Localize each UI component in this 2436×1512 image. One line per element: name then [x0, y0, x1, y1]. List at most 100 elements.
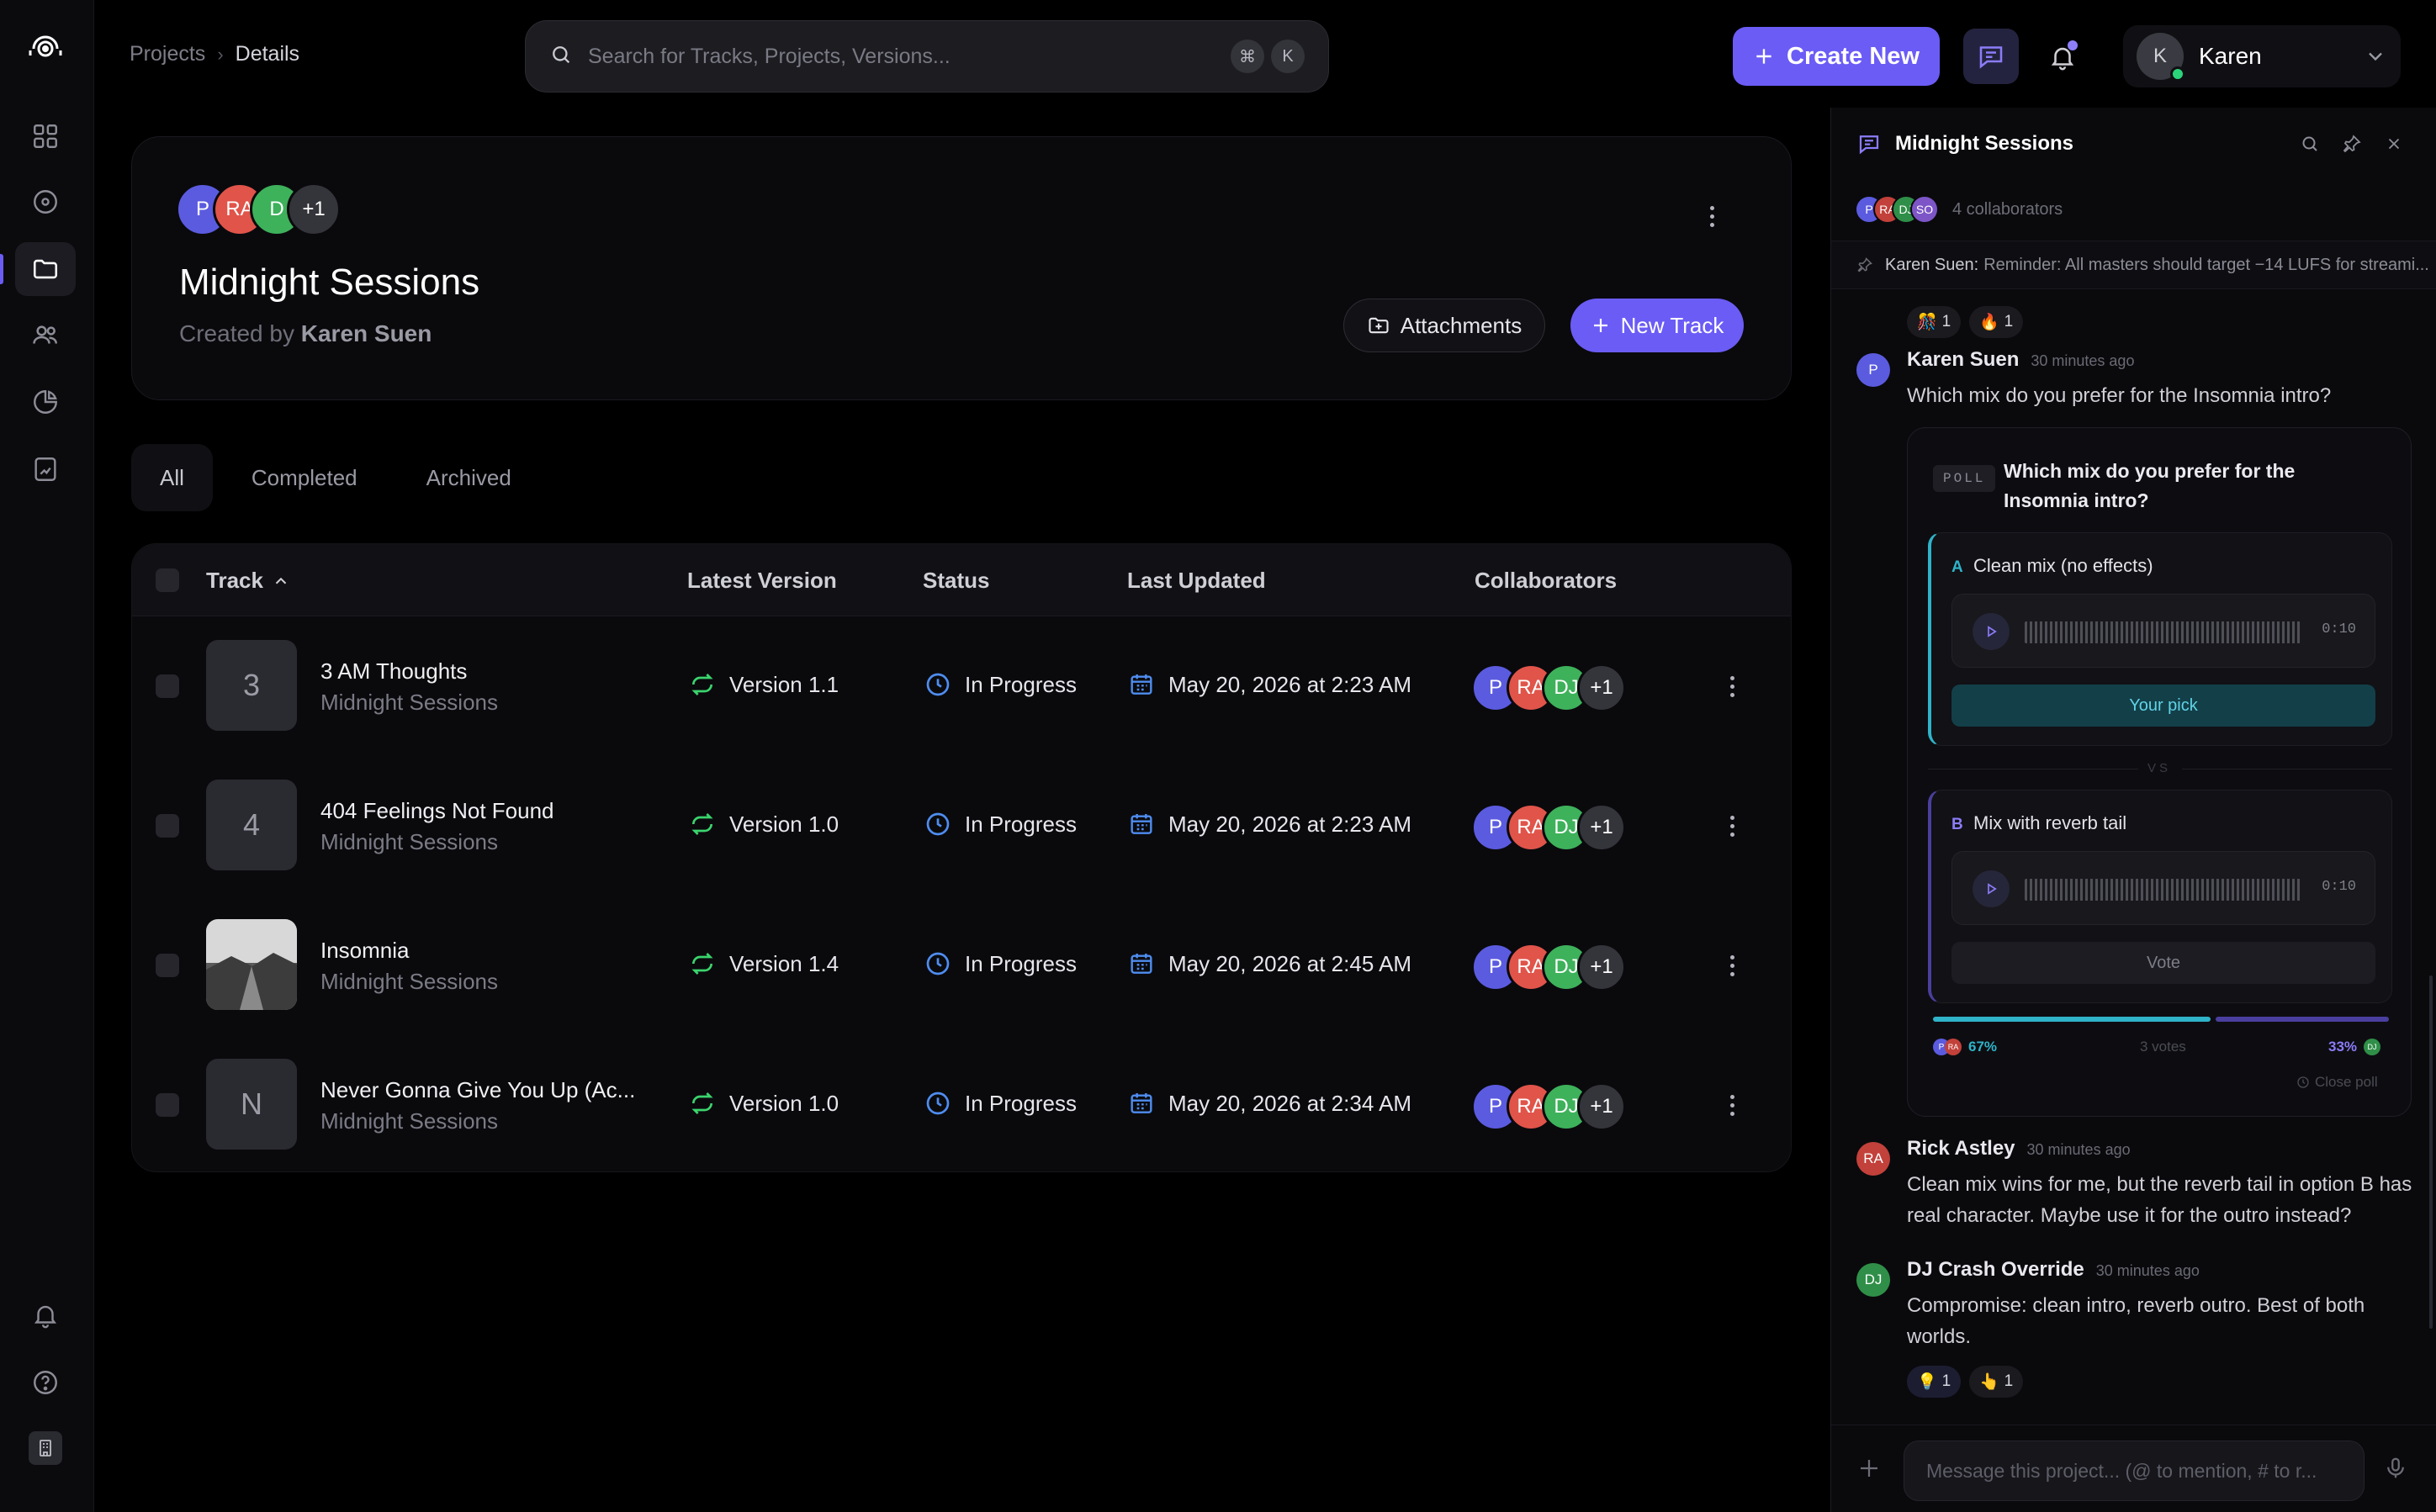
row-collaborator-avatars[interactable]: P RA DJ +1 [1471, 803, 1626, 852]
play-icon[interactable] [1973, 613, 2010, 650]
team-icon[interactable] [15, 308, 76, 362]
table-row[interactable]: 3 3 AM Thoughts Midnight Sessions Version 1… [132, 616, 1791, 756]
reports-icon[interactable] [15, 442, 76, 496]
updated-label: May 20, 2026 at 2:23 AM [1168, 811, 1412, 837]
message-author-name: DJ Crash Override [1907, 1258, 2084, 1281]
project-created-by: Created by Karen Suen [179, 320, 432, 347]
chat-collaborator-avatars: P RA DJ SO [1855, 195, 1939, 224]
pinned-text: Reminder: All masters should target −14 … [1983, 255, 2429, 274]
voter-avatar: DJ [2364, 1039, 2381, 1055]
row-collaborator-avatars[interactable]: P RA DJ +1 [1471, 663, 1626, 712]
vote-button[interactable]: Vote [1951, 942, 2375, 984]
help-icon[interactable] [15, 1356, 76, 1409]
audio-duration: 0:10 [2322, 879, 2356, 895]
row-more-menu-icon[interactable] [1715, 1088, 1749, 1122]
avatar: +1 [1577, 803, 1626, 852]
table-row[interactable]: 4 404 Feelings Not Found Midnight Sessions… [132, 756, 1791, 896]
latest-version[interactable]: Version 1.1 [689, 671, 839, 698]
app-logo-icon[interactable] [15, 19, 76, 72]
analytics-icon[interactable] [15, 375, 76, 429]
user-menu[interactable]: K Karen [2123, 25, 2401, 87]
projects-folder-icon[interactable] [15, 242, 76, 296]
dashboard-icon[interactable] [15, 109, 76, 163]
pinned-message[interactable]: Karen Suen: Reminder: All masters should… [1831, 241, 2436, 289]
track-name[interactable]: 404 Feelings Not Found [320, 798, 554, 824]
reaction-chip[interactable]: 💡 1 [1907, 1366, 1962, 1398]
attachments-button[interactable]: Attachments [1343, 299, 1545, 352]
row-more-menu-icon[interactable] [1715, 949, 1749, 982]
row-collaborator-avatars[interactable]: P RA DJ +1 [1471, 1082, 1626, 1131]
message-author: DJ Crash Override 30 minutes ago [1907, 1258, 2200, 1282]
row-more-menu-icon[interactable] [1715, 809, 1749, 843]
column-track[interactable]: Track [206, 568, 290, 594]
notifications-button[interactable] [2039, 34, 2086, 81]
table-row[interactable]: Insomnia Midnight Sessions Version 1.4 In P… [132, 896, 1791, 1035]
message-author-name: Karen Suen [1907, 348, 2020, 371]
column-collaborators[interactable]: Collaborators [1475, 568, 1617, 594]
disc-icon[interactable] [15, 175, 76, 229]
breadcrumb: Projects › Details [130, 42, 299, 66]
poll-result-bar-b [2216, 1017, 2389, 1022]
row-more-menu-icon[interactable] [1715, 669, 1749, 703]
table-row[interactable]: N Never Gonna Give You Up (Ac... Midnight … [132, 1035, 1791, 1175]
audio-duration: 0:10 [2322, 621, 2356, 637]
row-checkbox[interactable] [156, 674, 179, 698]
attach-plus-icon[interactable] [1856, 1456, 1882, 1485]
track-name[interactable]: 3 AM Thoughts [320, 658, 467, 685]
new-track-button[interactable]: New Track [1570, 299, 1744, 352]
chat-collaborators[interactable]: P RA DJ SO 4 collaborators [1855, 195, 2063, 224]
row-collaborator-avatars[interactable]: P RA DJ +1 [1471, 943, 1626, 991]
reaction-emoji: 👆 [1979, 1373, 1999, 1391]
row-checkbox[interactable] [156, 814, 179, 838]
close-poll-button[interactable]: Close poll [2296, 1074, 2378, 1091]
tab-archived[interactable]: Archived [396, 444, 542, 511]
notifications-icon[interactable] [15, 1288, 76, 1342]
user-avatar: K [2137, 33, 2185, 82]
breadcrumb-projects[interactable]: Projects [130, 42, 205, 66]
row-checkbox[interactable] [156, 1093, 179, 1117]
latest-version[interactable]: Version 1.0 [689, 811, 839, 838]
message-composer: Message this project... (@ to mention, #… [1831, 1425, 2436, 1512]
column-latest-version[interactable]: Latest Version [687, 568, 837, 594]
latest-version[interactable]: Version 1.0 [689, 1090, 839, 1117]
status: In Progress [924, 811, 1077, 838]
shortcut-key-k: K [1271, 40, 1305, 73]
column-status[interactable]: Status [923, 568, 989, 594]
waveform[interactable] [2025, 879, 2302, 901]
tab-completed[interactable]: Completed [221, 444, 388, 511]
chat-toggle-button[interactable] [1963, 29, 2019, 84]
create-new-button[interactable]: Create New [1733, 27, 1940, 86]
microphone-icon[interactable] [2383, 1456, 2408, 1485]
track-name[interactable]: Insomnia [320, 938, 410, 964]
version-cycle-icon [691, 813, 713, 835]
track-project: Midnight Sessions [320, 1108, 498, 1134]
last-updated: May 20, 2026 at 2:45 AM [1128, 950, 1411, 977]
clock-icon [2297, 1076, 2309, 1088]
row-checkbox[interactable] [156, 954, 179, 977]
last-updated: May 20, 2026 at 2:23 AM [1128, 811, 1411, 838]
reaction-chip[interactable]: 🔥 1 [1969, 306, 2024, 338]
latest-version[interactable]: Version 1.4 [689, 950, 839, 977]
search-bar[interactable]: Search for Tracks, Projects, Versions...… [525, 20, 1329, 93]
search-input[interactable]: Search for Tracks, Projects, Versions... [588, 45, 1224, 69]
message-timestamp: 30 minutes ago [2031, 352, 2135, 369]
chat-icon [1859, 135, 1879, 155]
message-author: Rick Astley 30 minutes ago [1907, 1137, 2131, 1160]
pin-icon[interactable] [2335, 127, 2369, 161]
status: In Progress [924, 1090, 1077, 1117]
play-icon[interactable] [1973, 870, 2010, 907]
workspace-icon[interactable] [15, 1421, 76, 1475]
tab-all[interactable]: All [131, 444, 213, 511]
chat-scrollbar[interactable] [2429, 975, 2433, 1329]
waveform[interactable] [2025, 621, 2302, 643]
track-name[interactable]: Never Gonna Give You Up (Ac... [320, 1077, 635, 1103]
reaction-chip[interactable]: 👆 1 [1969, 1366, 2024, 1398]
column-last-updated[interactable]: Last Updated [1127, 568, 1266, 594]
chat-search-icon[interactable] [2293, 127, 2327, 161]
close-icon[interactable] [2377, 127, 2411, 161]
project-more-menu-icon[interactable] [1695, 199, 1729, 233]
reaction-chip[interactable]: 🎊 1 [1907, 306, 1962, 338]
message-input[interactable]: Message this project... (@ to mention, #… [1904, 1441, 2365, 1501]
your-pick-button[interactable]: Your pick [1951, 685, 2375, 727]
select-all-checkbox[interactable] [156, 568, 179, 592]
